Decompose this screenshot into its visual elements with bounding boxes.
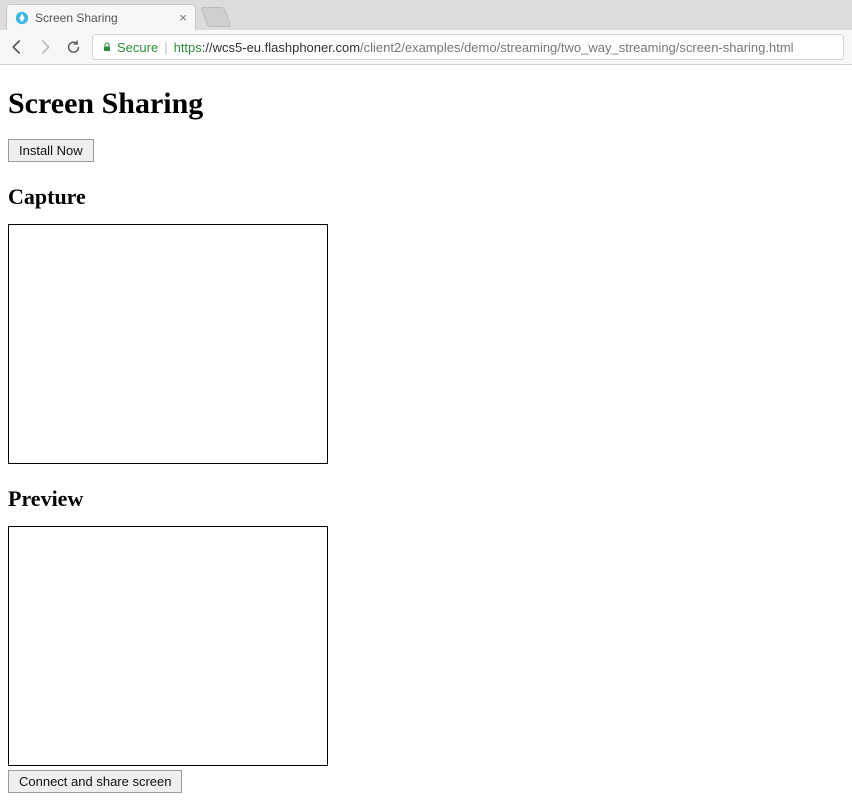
install-now-button[interactable]: Install Now: [8, 139, 94, 162]
connect-share-button[interactable]: Connect and share screen: [8, 770, 182, 793]
new-tab-button[interactable]: [200, 7, 231, 27]
address-bar[interactable]: Secure | https://wcs5-eu.flashphoner.com…: [92, 34, 844, 60]
browser-tab[interactable]: Screen Sharing ×: [6, 4, 196, 30]
url-path: /client2/examples/demo/streaming/two_way…: [360, 40, 794, 55]
reload-button[interactable]: [64, 38, 82, 56]
url-host: ://wcs5-eu.flashphoner.com: [202, 40, 360, 55]
tab-title: Screen Sharing: [35, 11, 173, 25]
page-content: Screen Sharing Install Now Capture Previ…: [0, 65, 852, 807]
url-scheme: https: [174, 40, 202, 55]
page-title: Screen Sharing: [8, 87, 844, 121]
close-icon[interactable]: ×: [179, 10, 187, 25]
back-button[interactable]: [8, 38, 26, 56]
lock-icon: [101, 41, 113, 53]
address-bar-row: Secure | https://wcs5-eu.flashphoner.com…: [0, 30, 852, 64]
browser-chrome: Screen Sharing × Secure | https://wcs5-e…: [0, 0, 852, 65]
capture-video-box: [8, 224, 328, 464]
favicon-icon: [15, 11, 29, 25]
secure-label: Secure: [117, 40, 158, 55]
forward-button[interactable]: [36, 38, 54, 56]
preview-video-box: [8, 526, 328, 766]
preview-heading: Preview: [8, 486, 844, 512]
capture-heading: Capture: [8, 184, 844, 210]
address-divider: |: [164, 40, 167, 55]
tab-bar: Screen Sharing ×: [0, 0, 852, 30]
